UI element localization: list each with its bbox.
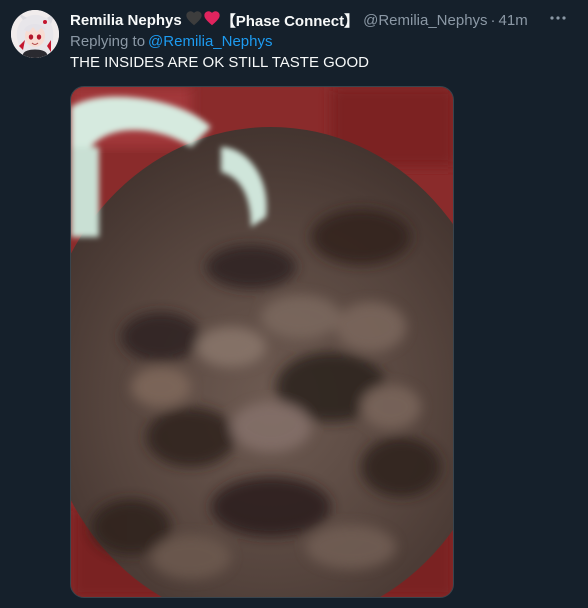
user-handle[interactable]: @Remilia_Nephys <box>363 12 487 29</box>
more-options-icon <box>550 16 566 20</box>
tweet-timestamp[interactable]: 41m <box>499 12 528 29</box>
name-suffix[interactable]: 【Phase Connect】 <box>221 10 359 31</box>
red-heart-icon <box>203 10 221 30</box>
name-emojis <box>185 10 221 30</box>
photo-image <box>71 87 453 597</box>
avatar-image <box>11 10 59 58</box>
replying-to-label: Replying to <box>70 33 146 50</box>
more-options-button[interactable] <box>546 8 570 28</box>
display-name[interactable]: Remilia Nephys <box>70 12 182 29</box>
separator-dot: · <box>490 11 496 29</box>
tweet-photo[interactable] <box>70 86 454 598</box>
replying-to: Replying to @Remilia_Nephys <box>70 33 273 50</box>
tweet-text: THE INSIDES ARE OK STILL TASTE GOOD <box>70 54 369 71</box>
black-heart-icon <box>185 10 203 30</box>
avatar[interactable] <box>11 10 59 58</box>
tweet[interactable]: Remilia Nephys 【Phase Connect】 @Remilia_… <box>0 0 588 608</box>
replying-to-link[interactable]: @Remilia_Nephys <box>148 33 272 50</box>
tweet-header: Remilia Nephys 【Phase Connect】 @Remilia_… <box>70 10 528 30</box>
